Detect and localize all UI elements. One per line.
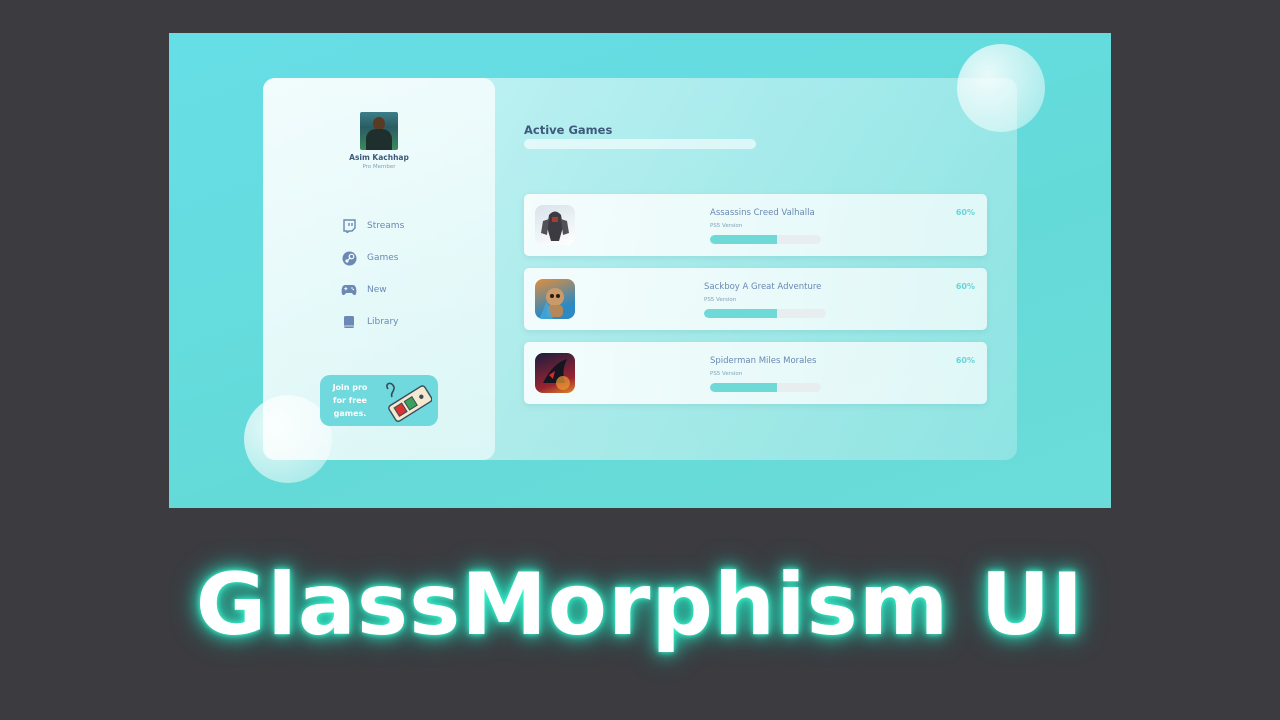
game-thumbnail [535, 353, 575, 393]
game-title: Assassins Creed Valhalla [710, 208, 815, 218]
progress-fill [710, 383, 777, 392]
twitch-icon [341, 218, 357, 234]
sidebar-item-streams[interactable]: Streams [341, 217, 404, 235]
progress-fill [710, 235, 777, 244]
game-subtitle: PS5 Version [710, 371, 743, 377]
game-title: Sackboy A Great Adventure [704, 282, 822, 292]
banner-headline: GlassMorphism UI [195, 555, 1085, 655]
game-subtitle: PS5 Version [710, 223, 743, 229]
game-thumbnail [535, 279, 575, 319]
sidebar-item-label: Streams [367, 221, 405, 231]
section-title: Active Games [524, 123, 613, 137]
sidebar-item-label: Library [367, 317, 399, 327]
progress-track [710, 383, 821, 392]
progress-fill [704, 309, 778, 318]
retro-controller-icon [382, 379, 433, 427]
sidebar-item-games[interactable]: Games [341, 249, 398, 267]
join-pro-card[interactable]: Join pro for free games. [320, 375, 438, 426]
search-bar[interactable] [524, 139, 756, 149]
sidebar-item-label: New [367, 285, 387, 295]
game-percent: 60% [955, 208, 975, 217]
book-icon [341, 314, 357, 330]
join-pro-text: Join pro for free games. [332, 383, 368, 418]
game-percent: 60% [955, 356, 975, 365]
game-thumbnail [535, 205, 575, 245]
game-percent: 60% [955, 282, 975, 291]
sidebar: Asim Kachhap Pro Member Streams Games Ne… [263, 78, 495, 460]
game-subtitle: PS5 Version [704, 297, 737, 303]
sidebar-item-new[interactable]: New [341, 281, 387, 299]
gamepad-icon [341, 282, 357, 298]
sidebar-item-library[interactable]: Library [341, 313, 398, 331]
progress-track [704, 309, 826, 318]
app-screenshot: Asim Kachhap Pro Member Streams Games Ne… [169, 33, 1111, 508]
profile-role: Pro Member [362, 164, 396, 170]
avatar-torso [366, 129, 392, 150]
glass-panel: Asim Kachhap Pro Member Streams Games Ne… [263, 78, 1017, 460]
profile-name: Asim Kachhap [349, 153, 409, 162]
game-card[interactable]: Spiderman Miles Morales PS5 Version 60% [524, 342, 987, 404]
sidebar-item-label: Games [367, 253, 399, 263]
game-card[interactable]: Assassins Creed Valhalla PS5 Version 60% [524, 194, 987, 256]
game-title: Spiderman Miles Morales [710, 356, 817, 366]
progress-track [710, 235, 821, 244]
steam-icon [341, 250, 357, 266]
avatar[interactable] [360, 112, 398, 150]
game-card[interactable]: Sackboy A Great Adventure PS5 Version 60… [524, 268, 987, 330]
